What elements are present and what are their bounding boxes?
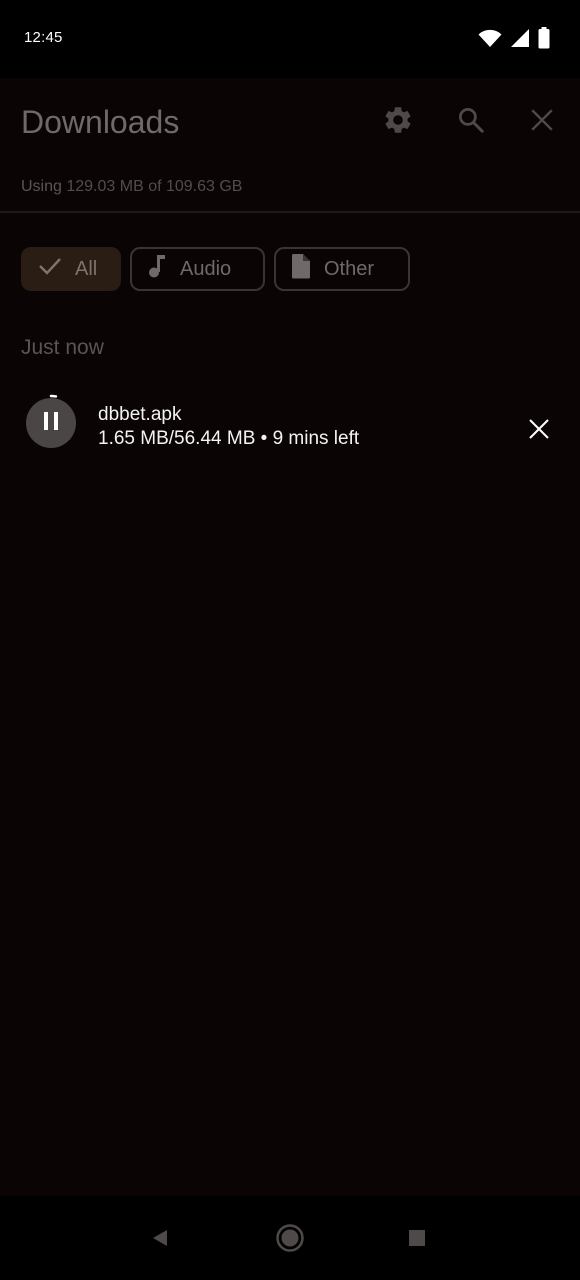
home-icon xyxy=(275,1223,305,1258)
download-item[interactable]: dbbet.apk 1.65 MB/56.44 MB • 9 mins left xyxy=(0,384,580,466)
storage-value: 129.03 MB of 109.63 GB xyxy=(66,178,243,195)
storage-summary: Using 129.03 MB of 109.63 GB xyxy=(21,178,242,196)
wifi-icon xyxy=(478,28,502,48)
header-divider xyxy=(0,211,580,213)
search-icon xyxy=(456,105,486,140)
status-bar: 12:45 xyxy=(0,0,580,78)
search-button[interactable] xyxy=(449,100,493,144)
close-button[interactable] xyxy=(520,100,564,144)
settings-button[interactable] xyxy=(376,100,420,144)
page-title: Downloads xyxy=(21,104,180,140)
downloads-screen: 12:45 Downloads Using 129.03 MB of 109.6… xyxy=(0,0,580,1280)
cellular-signal-icon xyxy=(510,28,530,48)
filter-chip-all[interactable]: All xyxy=(21,247,121,291)
filter-chip-label: All xyxy=(75,257,98,280)
settings-icon xyxy=(382,104,414,141)
check-icon xyxy=(37,255,63,283)
section-title: Just now xyxy=(21,336,104,359)
cancel-download-button[interactable] xyxy=(524,416,554,446)
download-file-name: dbbet.apk xyxy=(98,404,182,425)
filter-chip-label: Audio xyxy=(180,257,232,280)
pause-button[interactable] xyxy=(26,398,76,448)
close-icon xyxy=(529,107,555,138)
back-button[interactable] xyxy=(140,1220,180,1260)
recents-button[interactable] xyxy=(397,1220,437,1260)
close-icon xyxy=(528,418,550,445)
filter-chip-label: Other xyxy=(324,257,375,280)
back-icon xyxy=(150,1228,170,1253)
filter-chip-other[interactable]: Other xyxy=(274,247,410,291)
battery-icon xyxy=(538,27,550,49)
home-button[interactable] xyxy=(270,1220,310,1260)
music-note-icon xyxy=(146,253,168,285)
filter-chips: All Audio Other xyxy=(21,247,410,291)
recents-icon xyxy=(408,1229,426,1252)
status-icons xyxy=(478,27,550,49)
pause-icon xyxy=(42,411,60,436)
filter-chip-audio[interactable]: Audio xyxy=(130,247,265,291)
navigation-bar xyxy=(0,1196,580,1280)
download-progress-text: 1.65 MB/56.44 MB • 9 mins left xyxy=(98,428,360,449)
file-icon xyxy=(290,253,312,285)
storage-prefix: Using xyxy=(21,178,62,195)
downloads-header: Downloads Using 129.03 MB of 109.63 GB xyxy=(0,78,580,212)
status-time: 12:45 xyxy=(24,29,63,46)
